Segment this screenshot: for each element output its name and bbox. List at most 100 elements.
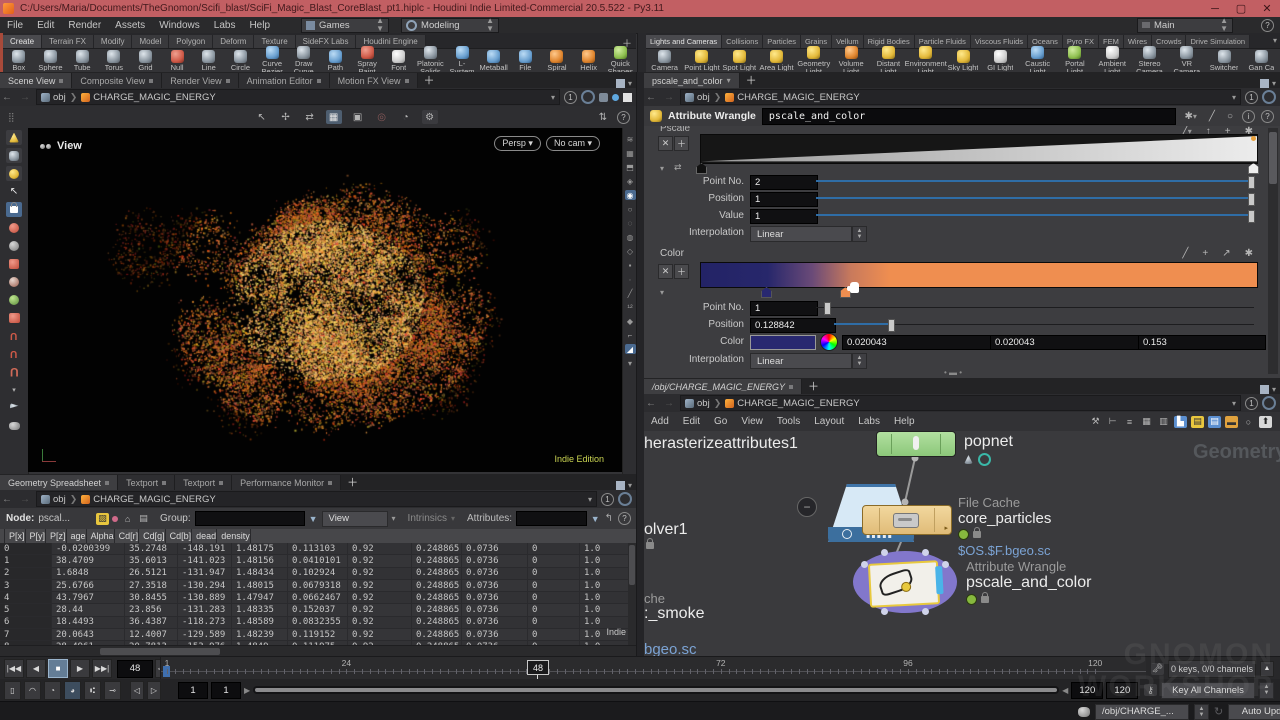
- shelf-tool[interactable]: GI Light: [982, 50, 1019, 72]
- pane-maximize-icon[interactable]: [616, 481, 625, 490]
- menu-item[interactable]: Edit: [30, 20, 61, 31]
- pane-tab[interactable]: Performance Monitor: [232, 475, 341, 490]
- pane-tab[interactable]: Motion FX View: [330, 73, 418, 88]
- ramp-marker-end[interactable]: [1248, 163, 1259, 174]
- viewport-help-icon[interactable]: ?: [617, 111, 630, 124]
- autokey-icon[interactable]: ⚷: [1144, 684, 1157, 696]
- network-menu-item[interactable]: Help: [887, 416, 922, 427]
- sticky-note-icon[interactable]: ▤: [1191, 416, 1204, 428]
- attributes-field[interactable]: [516, 511, 587, 526]
- shelf-tool[interactable]: Switcher: [1205, 50, 1242, 72]
- snapshot-cube-icon[interactable]: [599, 93, 608, 102]
- color-wheel-icon[interactable]: [820, 333, 838, 351]
- view-tool-icon[interactable]: [6, 130, 22, 145]
- follow-playhead-icon[interactable]: ⊸: [104, 681, 121, 700]
- node-popnet[interactable]: [876, 431, 956, 457]
- shelf-tool[interactable]: Draw Curve: [288, 46, 320, 76]
- color-ramp-delete-button[interactable]: ✕: [658, 264, 673, 279]
- particle-count-icon[interactable]: ¹²: [625, 302, 636, 312]
- highquality-icon[interactable]: ◍: [625, 232, 636, 242]
- info-icon[interactable]: i: [1242, 110, 1255, 123]
- keyall-spinner[interactable]: ▲▼: [1259, 682, 1274, 699]
- network-box-icon[interactable]: ▤: [1208, 416, 1221, 428]
- render-icon[interactable]: [6, 418, 22, 433]
- color-point-field[interactable]: 1: [750, 301, 818, 316]
- node-help-icon[interactable]: ?: [1261, 110, 1274, 123]
- link-icon[interactable]: [581, 90, 595, 104]
- pscale-position-slider[interactable]: [816, 192, 1258, 205]
- ramp-collapse-icon[interactable]: ▾: [660, 164, 664, 173]
- pane-tab-add[interactable]: ＋: [418, 72, 441, 88]
- menu-item[interactable]: Labs: [207, 20, 243, 31]
- scale-tool-icon[interactable]: [6, 256, 22, 271]
- pose-icon[interactable]: [6, 274, 22, 289]
- back-icon[interactable]: ←: [644, 398, 658, 409]
- shelf-tool[interactable]: Box: [3, 50, 35, 72]
- scene-path-field[interactable]: obj ❯ CHARGE_MAGIC_ENERGY ▾: [36, 89, 560, 105]
- play-button[interactable]: ▶: [70, 659, 90, 678]
- audio-icon[interactable]: ◠: [24, 681, 41, 700]
- snap-point-icon[interactable]: U: [6, 328, 22, 343]
- table-row[interactable]: 2 1.6848 26.5121 -131.947 1.48434 0.1029…: [0, 568, 636, 580]
- shelf-tool[interactable]: Spray Paint: [351, 46, 383, 76]
- group-field[interactable]: [195, 511, 305, 526]
- shelf-tool[interactable]: Path: [320, 50, 352, 72]
- shelf-tool[interactable]: Sphere: [35, 50, 67, 72]
- color-palette-icon[interactable]: ▙: [1174, 416, 1187, 428]
- tab-close-icon[interactable]: [59, 79, 63, 83]
- grid2-icon[interactable]: ▥: [1157, 416, 1170, 428]
- node-label-solver[interactable]: olver1: [644, 521, 688, 539]
- grid-snap-icon[interactable]: ▦: [1140, 416, 1153, 428]
- crosshair-icon[interactable]: ◈: [625, 176, 636, 186]
- shelf-tool[interactable]: Quick Shapes: [604, 46, 636, 76]
- table-row[interactable]: 5 28.44 23.856 -131.283 1.48335 0.152037…: [0, 604, 636, 616]
- path-dropdown-icon[interactable]: ▾: [588, 495, 592, 504]
- main-desktop-select[interactable]: Main▲▼: [1137, 18, 1233, 33]
- network-menu-item[interactable]: Tools: [770, 416, 807, 427]
- lock-camera-icon[interactable]: ⬒: [625, 162, 636, 172]
- node-label-popnet[interactable]: popnet: [964, 433, 1013, 451]
- shelf-tool[interactable]: Helix: [573, 50, 605, 72]
- pscale-point-slider[interactable]: [816, 175, 1258, 188]
- range-next-icon[interactable]: ▷: [147, 681, 161, 700]
- column-header[interactable]: P[y]: [26, 529, 47, 543]
- status-spinner[interactable]: ▲▼: [1194, 704, 1209, 720]
- clipboard-icon[interactable]: ▯: [4, 681, 21, 700]
- detail-mode-icon[interactable]: ▤: [137, 513, 150, 525]
- timer-icon[interactable]: ◔: [398, 110, 414, 124]
- column-header[interactable]: density: [217, 529, 251, 543]
- tab-close-icon[interactable]: [219, 481, 223, 485]
- scope-up-icon[interactable]: ▲: [1260, 661, 1274, 677]
- keyframe-icon[interactable]: 🗝: [1151, 663, 1164, 675]
- color-b-field[interactable]: 0.153: [1138, 335, 1266, 350]
- shelf-tool[interactable]: VR Camera: [1168, 46, 1205, 76]
- pin-count-badge[interactable]: 1: [564, 91, 577, 104]
- range-end-field[interactable]: 120: [1071, 682, 1103, 699]
- list-view-icon[interactable]: ≡: [1123, 416, 1136, 428]
- params-path-field[interactable]: obj ❯ CHARGE_MAGIC_ENERGY ▾: [680, 89, 1241, 105]
- shelf-tool[interactable]: Distant Light: [870, 46, 907, 76]
- shelf-tab[interactable]: Model: [132, 35, 169, 48]
- color-ramp-add-button[interactable]: ＋: [674, 264, 689, 279]
- color-g-field[interactable]: 0.020043: [990, 335, 1140, 350]
- shelf-tab[interactable]: Polygon: [169, 35, 213, 48]
- pane-tab[interactable]: pscale_and_color▾: [644, 73, 740, 88]
- pane-menu-icon[interactable]: ▾: [628, 481, 632, 490]
- ramp-marker-start[interactable]: [696, 163, 707, 174]
- column-header[interactable]: P[z]: [46, 529, 67, 543]
- find-icon[interactable]: ○: [1242, 416, 1255, 428]
- scroll-down-icon[interactable]: ▾: [625, 358, 636, 368]
- table-row[interactable]: 1 38.4709 35.6013 -141.023 1.48156 0.041…: [0, 555, 636, 567]
- forward-icon[interactable]: →: [18, 494, 32, 505]
- shelf-tab[interactable]: Terrain FX: [42, 35, 94, 48]
- points-icon[interactable]: ∙: [625, 274, 636, 284]
- ramp-delete-button[interactable]: ✕: [658, 136, 673, 151]
- displacement-icon[interactable]: ◇: [625, 246, 636, 256]
- translate-icon[interactable]: ⇄: [302, 110, 318, 124]
- table-row[interactable]: 4 43.7967 30.8455 -130.889 1.47947 0.066…: [0, 592, 636, 604]
- column-header[interactable]: age: [67, 529, 87, 543]
- jump-start-button[interactable]: |◀◀: [4, 659, 24, 678]
- path-dropdown-icon[interactable]: ▾: [1232, 93, 1236, 102]
- pane-tab[interactable]: Scene View: [0, 73, 72, 88]
- wireframe-icon[interactable]: ▦: [625, 148, 636, 158]
